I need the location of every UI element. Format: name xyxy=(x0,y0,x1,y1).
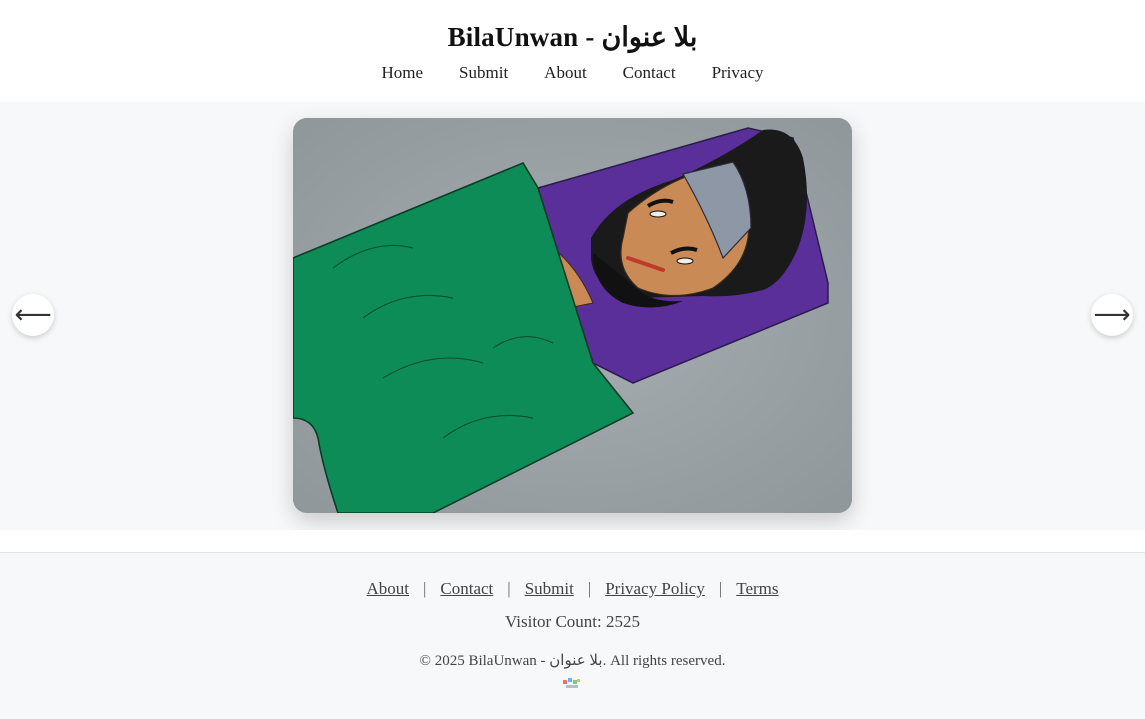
arrow-left-icon: ⟵ xyxy=(14,300,52,330)
footer-separator: | xyxy=(507,579,511,598)
footer-separator: | xyxy=(422,579,427,598)
nav-contact-link[interactable]: Contact xyxy=(623,63,676,83)
copyright-notice: © 2025 BilaUnwan - بلا عنوان. All rights… xyxy=(419,653,726,669)
site-title[interactable]: BilaUnwan - بلا عنوان xyxy=(0,22,1145,53)
badge-icon xyxy=(563,678,580,688)
footer-separator: | xyxy=(587,579,592,598)
footer-links: About | Contact | Submit | Privacy Polic… xyxy=(0,579,1145,599)
footer-about-link[interactable]: About xyxy=(366,579,409,599)
nav-submit-link[interactable]: Submit xyxy=(459,63,508,83)
carousel-next-button[interactable]: ⟶ xyxy=(1091,294,1133,336)
nav-privacy-link[interactable]: Privacy xyxy=(712,63,764,83)
footer-contact-link[interactable]: Contact xyxy=(440,579,493,599)
nav-home-link[interactable]: Home xyxy=(382,63,424,83)
site-header: BilaUnwan - بلا عنوان Home Submit About … xyxy=(0,0,1145,102)
footer-privacy-policy-link[interactable]: Privacy Policy xyxy=(605,579,705,599)
main-nav: Home Submit About Contact Privacy xyxy=(0,63,1145,83)
carousel-slide-image[interactable] xyxy=(293,118,852,513)
carousel-prev-button[interactable]: ⟵ xyxy=(12,294,54,336)
site-footer: About | Contact | Submit | Privacy Polic… xyxy=(0,554,1145,719)
arrow-right-icon: ⟶ xyxy=(1093,300,1131,330)
footer-separator: | xyxy=(718,579,723,598)
footer-terms-link[interactable]: Terms xyxy=(736,579,778,599)
drawing-sick-man-in-bed xyxy=(293,118,852,513)
image-carousel: ⟵ ⟶ xyxy=(0,102,1145,530)
footer-submit-link[interactable]: Submit xyxy=(525,579,574,599)
visitor-count: Visitor Count: 2525 xyxy=(505,612,640,631)
section-divider xyxy=(0,530,1145,553)
nav-about-link[interactable]: About xyxy=(544,63,587,83)
